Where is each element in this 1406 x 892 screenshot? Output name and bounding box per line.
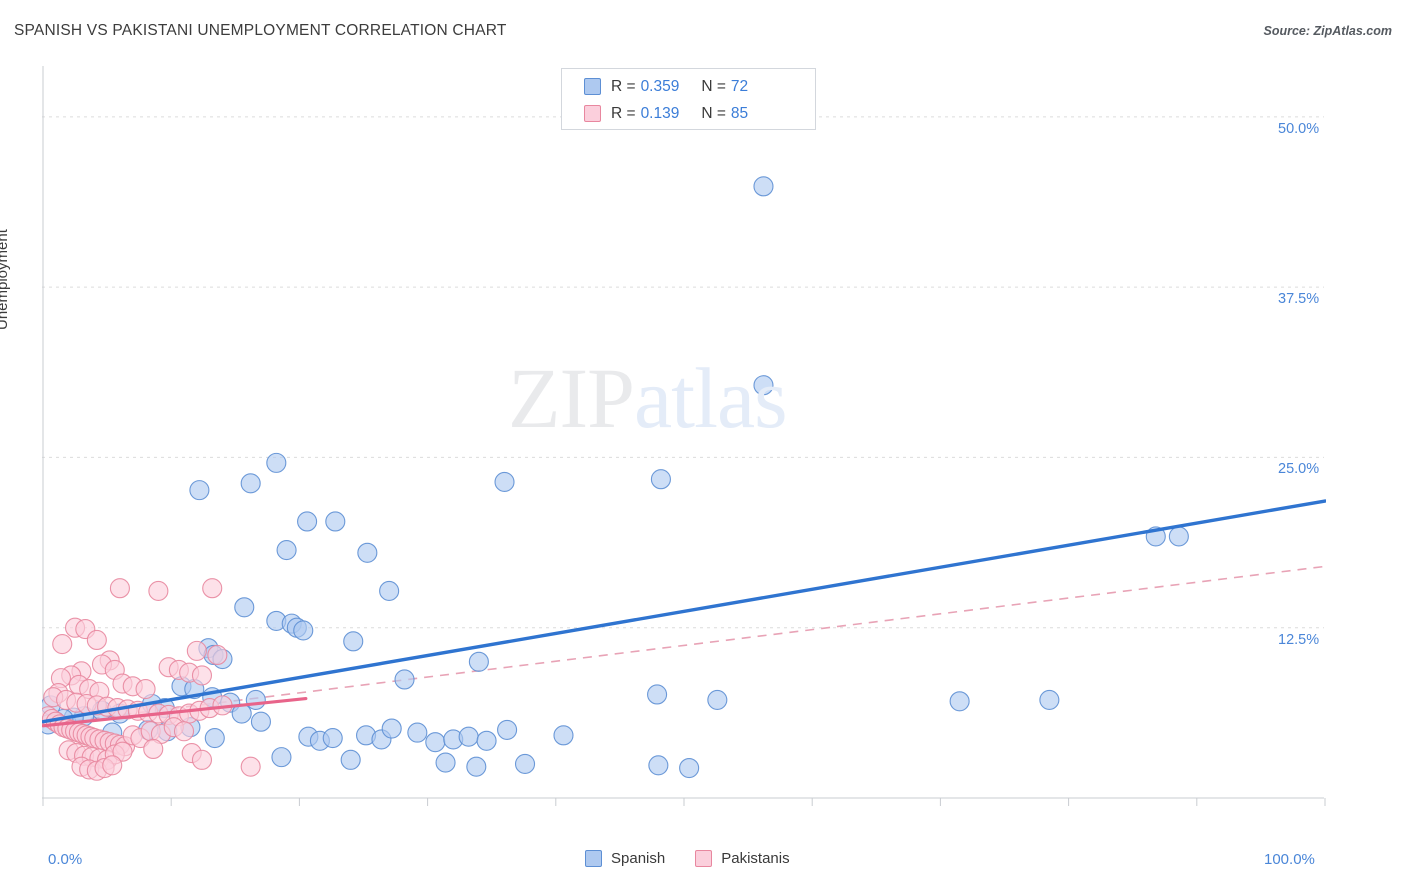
data-point bbox=[1168, 526, 1189, 547]
r-label-pakistanis: R = bbox=[611, 104, 636, 122]
data-point bbox=[466, 756, 487, 777]
legend-label-spanish: Spanish bbox=[611, 850, 666, 867]
data-point bbox=[186, 640, 207, 661]
data-point bbox=[381, 718, 402, 739]
legend-item-spanish[interactable]: Spanish bbox=[585, 850, 665, 867]
stats-row-pakistanis: R = 0.139 N = 85 bbox=[562, 100, 815, 127]
data-point bbox=[753, 375, 774, 396]
data-point bbox=[343, 631, 364, 652]
data-point bbox=[458, 726, 479, 747]
data-point bbox=[468, 651, 489, 672]
data-point bbox=[240, 756, 261, 777]
data-point bbox=[340, 749, 361, 770]
legend-label-pakistanis: Pakistanis bbox=[721, 850, 790, 867]
data-point bbox=[553, 725, 574, 746]
x-axis-tick-label-min: 0.0% bbox=[48, 851, 83, 868]
data-point bbox=[647, 684, 668, 705]
data-point bbox=[207, 644, 228, 666]
data-point bbox=[949, 691, 970, 712]
data-point bbox=[52, 634, 73, 655]
data-point bbox=[297, 511, 318, 532]
data-point bbox=[189, 480, 210, 501]
r-value-spanish: 0.359 bbox=[640, 77, 680, 95]
data-point bbox=[322, 728, 343, 749]
n-value-pakistanis: 85 bbox=[730, 104, 749, 122]
legend-swatch-spanish-icon bbox=[584, 78, 601, 95]
data-point bbox=[394, 669, 415, 690]
data-point bbox=[494, 471, 515, 493]
legend-color-spanish-icon bbox=[585, 850, 602, 867]
data-point bbox=[514, 753, 536, 774]
data-point bbox=[679, 757, 700, 779]
data-point bbox=[325, 511, 346, 532]
data-point bbox=[143, 738, 164, 760]
r-label-spanish: R = bbox=[611, 77, 636, 95]
data-point bbox=[109, 578, 130, 599]
y-axis-tick-label: 12.5% bbox=[1278, 631, 1320, 648]
data-point bbox=[497, 719, 518, 740]
legend-swatch-pakistanis-icon bbox=[584, 105, 601, 122]
data-point bbox=[234, 597, 255, 618]
y-axis-tick-label: 37.5% bbox=[1278, 291, 1320, 308]
data-point bbox=[1039, 689, 1060, 710]
data-point bbox=[753, 176, 774, 197]
page-title: SPANISH VS PAKISTANI UNEMPLOYMENT CORREL… bbox=[14, 22, 507, 39]
data-point bbox=[648, 755, 669, 776]
data-point bbox=[276, 540, 297, 561]
chart-header: SPANISH VS PAKISTANI UNEMPLOYMENT CORREL… bbox=[0, 0, 1406, 52]
plot-canvas bbox=[42, 66, 1326, 806]
data-point bbox=[173, 721, 195, 742]
data-point bbox=[191, 749, 213, 770]
data-point bbox=[407, 722, 428, 743]
data-point bbox=[245, 689, 266, 710]
y-axis-tick-label: 50.0% bbox=[1278, 120, 1320, 137]
r-value-pakistanis: 0.139 bbox=[640, 104, 680, 122]
data-point bbox=[202, 578, 223, 599]
x-axis-tick-label-max: 100.0% bbox=[1264, 851, 1315, 868]
y-axis-tick-label: 25.0% bbox=[1278, 461, 1320, 478]
series-points-spanish bbox=[42, 95, 1189, 779]
y-axis-title: Unemployment bbox=[0, 229, 11, 330]
n-label-pakistanis: N = bbox=[701, 104, 726, 122]
data-point bbox=[707, 689, 728, 710]
data-point bbox=[425, 732, 446, 753]
series-points-pakistanis bbox=[42, 578, 261, 781]
data-point bbox=[293, 620, 314, 641]
legend-color-pakistanis-icon bbox=[695, 850, 713, 867]
data-point bbox=[476, 730, 497, 751]
data-point bbox=[191, 665, 213, 686]
legend-item-pakistanis[interactable]: Pakistanis bbox=[695, 850, 790, 867]
data-point bbox=[204, 728, 225, 749]
data-point bbox=[357, 542, 378, 563]
data-point bbox=[148, 580, 169, 601]
data-point bbox=[650, 469, 671, 490]
data-point bbox=[135, 678, 156, 700]
data-point bbox=[379, 580, 400, 601]
data-point bbox=[435, 752, 456, 773]
series-legend: Spanish Pakistanis bbox=[585, 850, 820, 867]
n-label-spanish: N = bbox=[701, 77, 726, 95]
correlation-stats-box: R = 0.359 N = 72 R = 0.139 N = 85 bbox=[561, 68, 816, 130]
data-point bbox=[86, 629, 107, 651]
scatter-plot bbox=[42, 66, 1326, 833]
n-value-spanish: 72 bbox=[730, 77, 749, 95]
data-point bbox=[250, 711, 271, 732]
data-point bbox=[266, 452, 287, 473]
data-point bbox=[271, 747, 292, 768]
data-point bbox=[102, 755, 123, 776]
data-point bbox=[240, 473, 261, 494]
stats-row-spanish: R = 0.359 N = 72 bbox=[562, 73, 815, 100]
source-label: Source: ZipAtlas.com bbox=[1263, 24, 1393, 38]
